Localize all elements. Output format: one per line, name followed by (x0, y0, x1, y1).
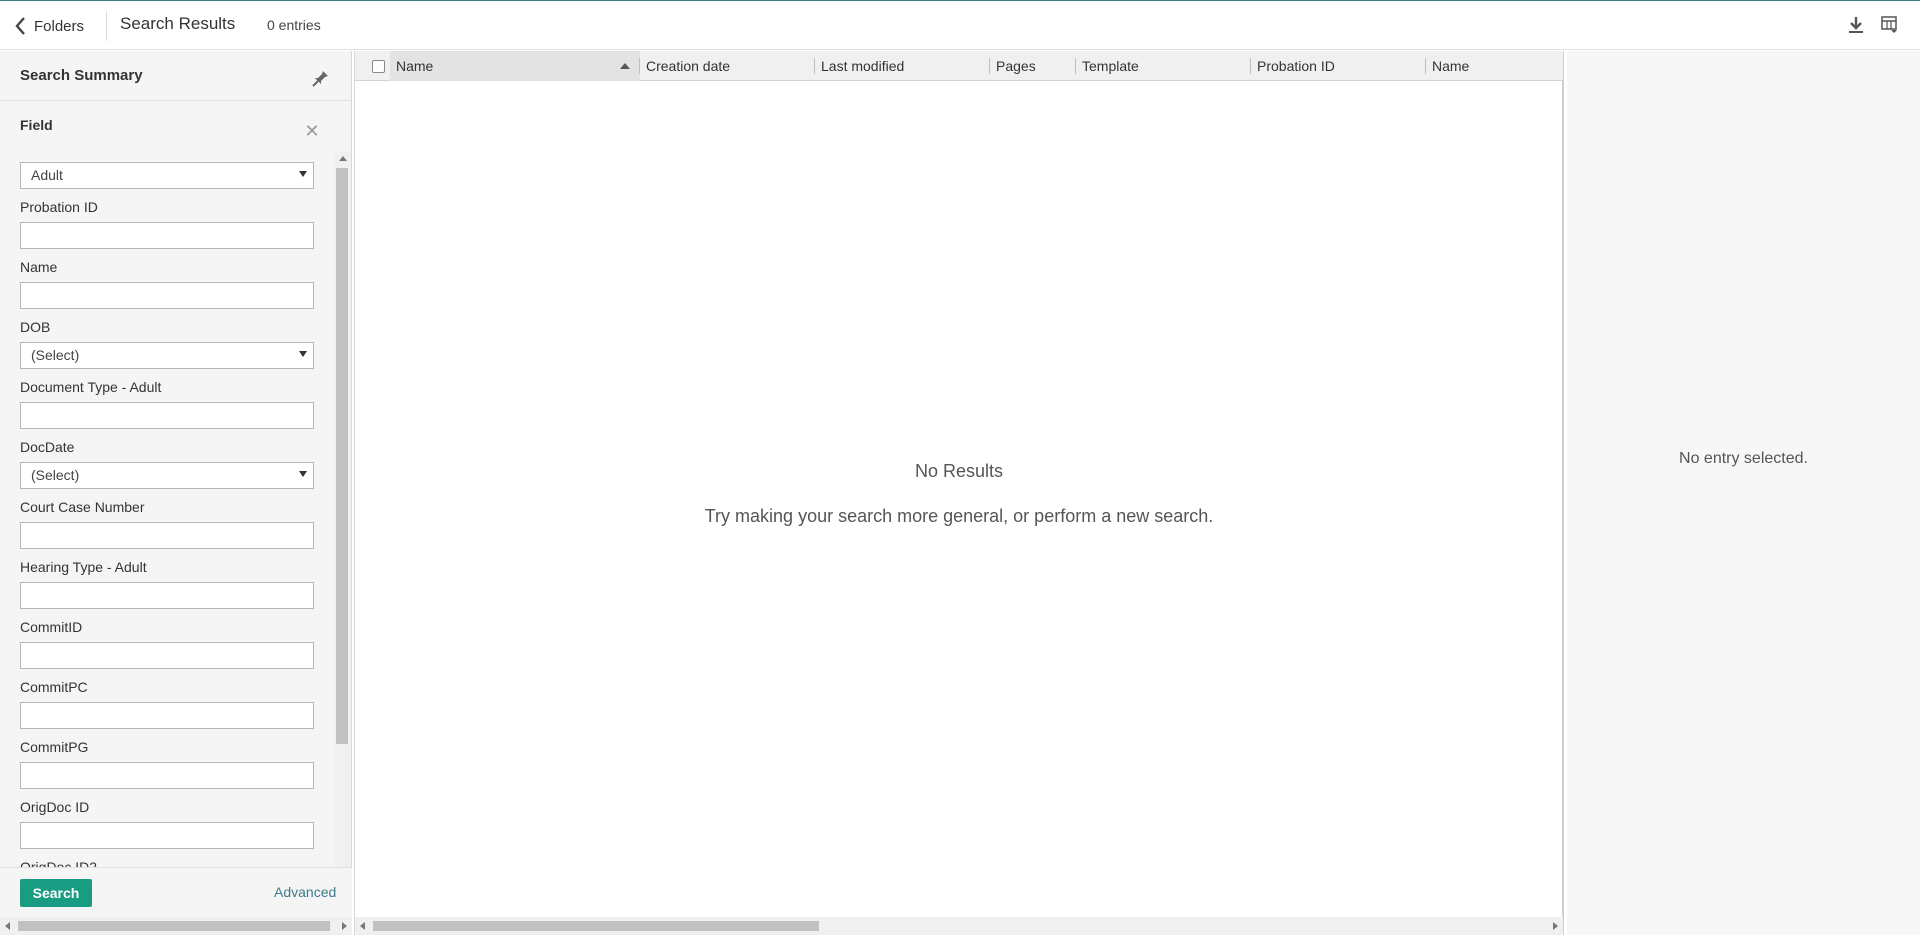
dob-select[interactable]: (Select) (20, 342, 314, 369)
field-label: CommitID (20, 619, 83, 635)
column-label: Name (396, 58, 434, 74)
header-divider (106, 11, 107, 41)
scrollbar-thumb[interactable] (373, 921, 819, 931)
no-results-hint: Try making your search more general, or … (704, 506, 1214, 526)
search-summary-title: Search Summary (20, 67, 143, 84)
name-input[interactable] (20, 282, 314, 309)
scroll-right-arrow-icon[interactable] (1553, 922, 1558, 930)
download-icon[interactable] (1846, 15, 1866, 35)
scroll-left-arrow-icon[interactable] (5, 922, 10, 930)
search-summary-header: Search Summary (0, 51, 352, 101)
page-title: Search Results (120, 14, 236, 33)
entry-count: 0 entries (267, 17, 321, 33)
results-grid: Name Creation date Last modified Pages T… (354, 51, 1564, 935)
advanced-link[interactable]: Advanced (274, 884, 336, 900)
commitpg-input[interactable] (20, 762, 314, 789)
docdate-select-value: (Select) (31, 467, 80, 483)
search-button[interactable]: Search (20, 879, 92, 907)
scroll-left-arrow-icon[interactable] (360, 922, 365, 930)
scroll-right-arrow-icon[interactable] (342, 922, 347, 930)
commitid-input[interactable] (20, 642, 314, 669)
field-label: DOB (20, 319, 51, 335)
column-label: Pages (996, 58, 1036, 74)
search-footer: Search Advanced (0, 867, 352, 917)
field-heading-label: Field (20, 117, 53, 133)
hearing-type-input[interactable] (20, 582, 314, 609)
chevron-down-icon (299, 471, 307, 477)
grid-column-header: Name Creation date Last modified Pages T… (355, 51, 1563, 81)
field-label: CommitPC (20, 679, 88, 695)
origdoc-id-input[interactable] (20, 822, 314, 849)
close-icon[interactable]: ✕ (304, 122, 320, 140)
pin-icon[interactable] (310, 69, 330, 89)
sidebar-vertical-scrollbar[interactable] (334, 152, 351, 918)
column-label: Creation date (646, 58, 731, 74)
column-header-creation-date[interactable]: Creation date (640, 51, 815, 81)
column-label: Probation ID (1257, 58, 1335, 74)
scrollbar-thumb[interactable] (18, 921, 330, 931)
template-select-value: Adult (31, 167, 63, 183)
search-summary-panel: Search Summary Field ✕ Adult Probation I… (0, 51, 352, 935)
column-label: Name (1432, 58, 1470, 74)
column-header-last-modified[interactable]: Last modified (815, 51, 990, 81)
field-label: CommitPG (20, 739, 89, 755)
top-bar: Folders Search Results 0 entries (0, 0, 1920, 50)
column-header-pages[interactable]: Pages (990, 51, 1076, 81)
back-to-folders-button[interactable]: Folders (14, 14, 92, 38)
field-label: DocDate (20, 439, 75, 455)
field-label: Hearing Type - Adult (20, 559, 147, 575)
field-label: Name (20, 259, 58, 275)
column-header-probation-id[interactable]: Probation ID (1251, 51, 1426, 81)
sidebar-horizontal-scrollbar[interactable] (0, 917, 352, 935)
column-header-name-2[interactable]: Name (1426, 51, 1563, 81)
template-select[interactable]: Adult (20, 162, 314, 189)
court-case-number-input[interactable] (20, 522, 314, 549)
select-all-checkbox[interactable] (372, 60, 385, 73)
dob-select-value: (Select) (31, 347, 80, 363)
field-label: Document Type - Adult (20, 379, 162, 395)
commitpc-input[interactable] (20, 702, 314, 729)
sort-ascending-icon (620, 63, 630, 69)
field-label: OrigDoc ID (20, 799, 90, 815)
details-pane: No entry selected. (1567, 51, 1920, 935)
probation-id-input[interactable] (20, 222, 314, 249)
scroll-up-arrow-icon[interactable] (339, 156, 347, 161)
field-label: Court Case Number (20, 499, 145, 515)
column-header-name[interactable]: Name (390, 51, 640, 81)
no-entry-selected-message: No entry selected. (1679, 450, 1808, 467)
docdate-select[interactable]: (Select) (20, 462, 314, 489)
clipped-field: OrigDoc ID2 (0, 857, 334, 867)
field-label: Probation ID (20, 199, 98, 215)
column-settings-icon[interactable] (1880, 15, 1900, 35)
column-label: Last modified (821, 58, 905, 74)
back-label: Folders (34, 17, 85, 35)
column-header-template[interactable]: Template (1076, 51, 1251, 81)
no-results-title: No Results (914, 461, 1004, 481)
document-type-input[interactable] (20, 402, 314, 429)
chevron-down-icon (299, 171, 307, 177)
field-label: OrigDoc ID2 (20, 859, 98, 867)
column-label: Template (1082, 58, 1139, 74)
chevron-left-icon (15, 17, 25, 35)
scrollbar-thumb[interactable] (336, 168, 348, 744)
chevron-down-icon (299, 351, 307, 357)
grid-horizontal-scrollbar[interactable] (355, 917, 1563, 935)
